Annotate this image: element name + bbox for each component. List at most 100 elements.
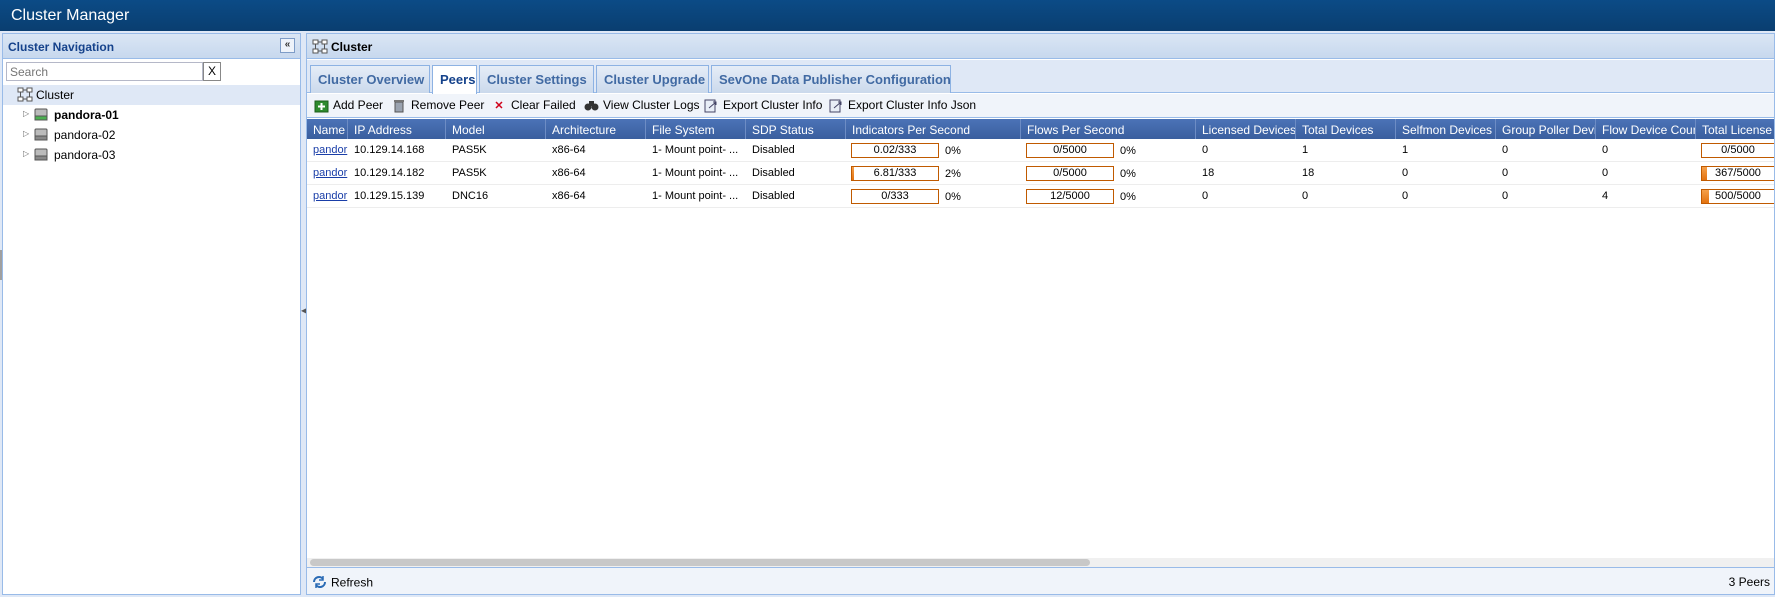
cell-sdp-status: Disabled (752, 144, 795, 156)
tab-label: SevOne Data Publisher Configuration (719, 72, 951, 87)
percent-label: 0% (1120, 168, 1136, 180)
peers-toolbar: Add Peer Remove Peer ✕ Clear Failed View … (307, 94, 1774, 118)
column-header-selfmon-devices[interactable]: Selfmon Devices (1396, 119, 1496, 139)
tab-label: Cluster Upgrade (604, 72, 706, 87)
column-header-name[interactable]: Name (307, 119, 348, 139)
column-header-flows-per-second[interactable]: Flows Per Second (1021, 119, 1196, 139)
tree-item-label: Cluster (36, 88, 75, 102)
cell-file-system: 1- Mount point- ... (652, 190, 739, 202)
column-header-flow-device-count[interactable]: Flow Device Count (1596, 119, 1696, 139)
cell-ip-address: 10.129.14.182 (354, 167, 425, 179)
cell-group-poller-device: 0 (1502, 167, 1509, 179)
peer-name-link[interactable]: pandor (313, 190, 347, 202)
license-progress-bar: 367/5000 (1701, 166, 1774, 181)
search-row: X (3, 59, 300, 85)
export-cluster-info-json-button[interactable]: Export Cluster Info Json (828, 98, 976, 113)
button-label: Export Cluster Info (723, 98, 823, 112)
peer-name-link[interactable]: pandor (313, 144, 347, 156)
search-clear-button[interactable]: X (203, 62, 221, 81)
collapse-panel-button[interactable]: « (280, 38, 295, 53)
tab-cluster-overview[interactable]: Cluster Overview (310, 65, 430, 93)
column-label: Architecture (552, 123, 617, 137)
tab-sevone-data-publisher[interactable]: SevOne Data Publisher Configuration (711, 65, 951, 93)
tab-strip: Cluster Overview Peers Cluster Settings … (307, 60, 1774, 94)
table-row[interactable]: pandor 10.129.14.168 PAS5K x86-64 1- Mount p… (307, 139, 1774, 162)
column-header-file-system[interactable]: File System (646, 119, 746, 139)
cell-ip-address: 10.129.14.168 (354, 144, 425, 156)
column-header-total-license[interactable]: Total License C (1696, 119, 1774, 139)
tree-item-cluster[interactable]: Cluster (3, 85, 300, 105)
button-label: Add Peer (333, 98, 384, 112)
peer-count: 3 Peers (1728, 575, 1770, 589)
export-icon (703, 99, 719, 113)
percent-label: 2% (945, 168, 961, 180)
cluster-icon (17, 87, 33, 105)
server-icon (34, 127, 48, 145)
column-label: Flows Per Second (1027, 123, 1125, 137)
column-header-ip-address[interactable]: IP Address (348, 119, 446, 139)
peers-grid: Name IP Address Model Architecture File … (307, 119, 1774, 208)
navigation-header: Cluster Navigation « (3, 34, 300, 59)
cell-architecture: x86-64 (552, 190, 586, 202)
column-header-total-devices[interactable]: Total Devices (1296, 119, 1396, 139)
column-label: Licensed Devices (1202, 123, 1296, 137)
cell-total-devices: 1 (1302, 144, 1309, 156)
server-icon (34, 147, 48, 165)
tab-peers[interactable]: Peers (432, 65, 477, 94)
tree-item-pandora-02[interactable]: ▷ pandora-02 (3, 125, 300, 145)
horizontal-scrollbar[interactable] (307, 558, 1774, 567)
tab-cluster-settings[interactable]: Cluster Settings (479, 65, 594, 93)
column-label: Group Poller Device (1502, 123, 1595, 137)
cluster-main-panel: Cluster Cluster Overview Peers Cluster S… (306, 33, 1775, 595)
cell-licensed-devices: 0 (1202, 144, 1209, 156)
percent-label: 0% (945, 145, 961, 157)
tree-item-label: pandora-03 (54, 148, 116, 162)
peer-name-link[interactable]: pandor (313, 167, 347, 179)
cell-group-poller-device: 0 (1502, 190, 1509, 202)
tab-cluster-upgrade[interactable]: Cluster Upgrade (596, 65, 709, 93)
table-row[interactable]: pandor 10.129.15.139 DNC16 x86-64 1- Mount p… (307, 185, 1774, 208)
refresh-button[interactable]: Refresh (312, 575, 373, 592)
remove-peer-button[interactable]: Remove Peer (391, 98, 484, 113)
search-input[interactable] (6, 62, 203, 81)
cell-group-poller-device: 0 (1502, 144, 1509, 156)
indicators-progress-bar: 0.02/333 (851, 143, 939, 158)
cell-name: pandor (307, 185, 348, 208)
percent-label: 0% (1120, 191, 1136, 203)
tree-item-pandora-01[interactable]: ▷ pandora-01 (3, 105, 300, 125)
column-label: Flow Device Count (1602, 123, 1696, 137)
cell-selfmon-devices: 0 (1402, 190, 1409, 202)
export-cluster-info-button[interactable]: Export Cluster Info (703, 98, 822, 113)
tree-item-pandora-03[interactable]: ▷ pandora-03 (3, 145, 300, 165)
add-peer-button[interactable]: Add Peer (313, 98, 383, 113)
clear-failed-button[interactable]: ✕ Clear Failed (491, 98, 575, 113)
column-header-model[interactable]: Model (446, 119, 546, 139)
expand-arrow-icon[interactable]: ▷ (23, 109, 29, 118)
tab-label: Cluster Settings (487, 72, 587, 87)
cell-flow-device-count: 0 (1602, 144, 1609, 156)
progress-text: 500/5000 (1715, 190, 1761, 202)
column-header-group-poller-device[interactable]: Group Poller Device (1496, 119, 1596, 139)
column-label: IP Address (354, 123, 412, 137)
expand-arrow-icon[interactable]: ▷ (23, 149, 29, 158)
percent-label: 0% (1120, 145, 1136, 157)
expand-arrow-icon[interactable]: ▷ (23, 129, 29, 138)
table-row[interactable]: pandor 10.129.14.182 PAS5K x86-64 1- Mount p… (307, 162, 1774, 185)
view-cluster-logs-button[interactable]: View Cluster Logs (583, 98, 700, 113)
cell-model: PAS5K (452, 144, 487, 156)
cell-selfmon-devices: 1 (1402, 144, 1409, 156)
cell-ip-address: 10.129.15.139 (354, 190, 425, 202)
column-header-architecture[interactable]: Architecture (546, 119, 646, 139)
cell-model: PAS5K (452, 167, 487, 179)
column-header-licensed-devices[interactable]: Licensed Devices (1196, 119, 1296, 139)
cell-licensed-devices: 0 (1202, 190, 1209, 202)
license-progress-bar: 0/5000 (1701, 143, 1774, 158)
column-header-indicators-per-second[interactable]: Indicators Per Second (846, 119, 1021, 139)
percent-label: 0% (945, 191, 961, 203)
cell-flow-device-count: 0 (1602, 167, 1609, 179)
binoculars-icon (583, 99, 599, 113)
tab-label: Peers (440, 72, 476, 87)
button-label: View Cluster Logs (603, 98, 700, 112)
scrollbar-thumb[interactable] (310, 559, 1090, 566)
column-header-sdp-status[interactable]: SDP Status (746, 119, 846, 139)
